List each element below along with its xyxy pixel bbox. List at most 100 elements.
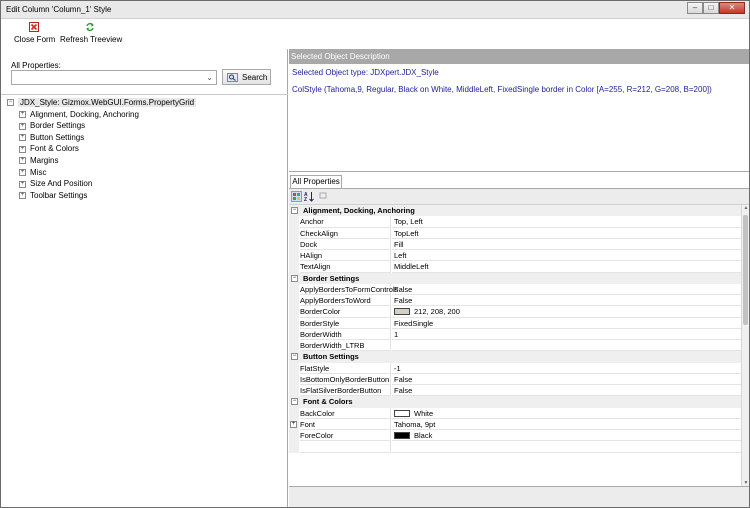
properties-combo[interactable]: ⌄ (11, 70, 217, 85)
property-name: BorderWidth (300, 328, 391, 340)
category-row-alignment[interactable]: − Alignment, Docking, Anchoring (289, 205, 741, 217)
scroll-up-icon[interactable]: ▲ (742, 205, 750, 211)
row-gutter (289, 295, 299, 307)
collapse-icon[interactable]: − (291, 207, 298, 214)
property-row[interactable]: BackColor White (289, 407, 741, 419)
all-properties-label: All Properties: (11, 61, 61, 70)
property-row[interactable]: BorderStyle FixedSingle (289, 317, 741, 329)
property-value[interactable]: -1 (392, 363, 741, 374)
category-row-font-colors[interactable]: − Font & Colors (289, 396, 741, 408)
close-window-button[interactable]: ✕ (719, 2, 745, 14)
expand-icon[interactable]: + (19, 168, 26, 176)
property-value[interactable]: False (392, 284, 741, 295)
category-name: Alignment, Docking, Anchoring (303, 206, 415, 215)
minimize-button[interactable]: – (687, 2, 703, 14)
edit-column-style-window: Edit Column 'Column_1' Style – □ ✕ Close… (0, 0, 750, 508)
property-value-with-swatch[interactable]: Black (392, 430, 741, 442)
tree-node-label: Misc (30, 167, 47, 177)
chevron-down-icon[interactable]: ⌄ (206, 73, 213, 82)
expand-icon[interactable]: + (19, 157, 26, 165)
row-gutter (289, 340, 299, 352)
property-row[interactable]: IsFlatSilverBorderButton False (289, 385, 741, 397)
main-toolbar: Close Form Refresh Treeview (1, 20, 749, 49)
tab-all-properties[interactable]: All Properties (290, 175, 342, 189)
tree-node-font-colors[interactable]: + Font & Colors (7, 143, 196, 155)
property-value[interactable]: False (392, 385, 741, 397)
description-body: Selected Object type: JDXpert.JDX_Style … (292, 68, 712, 94)
property-row[interactable]: Anchor Top, Left (289, 216, 741, 228)
expand-icon[interactable]: + (19, 134, 26, 142)
maximize-button[interactable]: □ (703, 2, 719, 14)
expand-icon[interactable]: + (19, 180, 26, 188)
expand-icon[interactable]: + (19, 110, 26, 118)
expand-icon[interactable]: + (19, 122, 26, 130)
property-row[interactable]: + Font Tahoma, 9pt (289, 418, 741, 430)
tree-node-misc[interactable]: + Misc (7, 167, 196, 179)
tree-node-label: Size And Position (30, 179, 93, 189)
property-name: ForeColor (300, 430, 391, 442)
property-name: ApplyBordersToWord (300, 295, 391, 307)
property-row[interactable]: CheckAlign TopLeft (289, 227, 741, 239)
object-style-text: ColStyle (Tahoma,9, Regular, Black on Wh… (292, 85, 712, 94)
property-row[interactable]: ApplyBordersToWord False (289, 295, 741, 307)
property-value-with-swatch[interactable]: 212, 208, 200 (392, 306, 741, 318)
property-row[interactable]: TextAlign MiddleLeft (289, 261, 741, 273)
row-gutter (289, 373, 299, 385)
expand-icon[interactable]: + (290, 420, 297, 428)
row-gutter (289, 238, 299, 250)
search-icon (227, 73, 238, 82)
scrollbar-thumb[interactable] (743, 215, 748, 325)
property-value[interactable]: Tahoma, 9pt (392, 419, 741, 430)
object-type-text: Selected Object type: JDXpert.JDX_Style (292, 68, 439, 77)
categorized-view-icon[interactable] (291, 191, 302, 202)
property-value[interactable]: 1 (392, 329, 741, 340)
collapse-icon[interactable]: − (291, 274, 298, 282)
tree-node-border-settings[interactable]: + Border Settings (7, 120, 196, 132)
property-row[interactable]: FlatStyle -1 (289, 362, 741, 374)
property-value[interactable]: False (392, 295, 741, 307)
alphabetical-sort-icon[interactable]: AZ (304, 191, 315, 203)
property-value[interactable]: Top, Left (392, 216, 741, 228)
refresh-treeview-button[interactable]: Refresh Treeview (60, 22, 122, 48)
tree-node-toolbar-settings[interactable]: + Toolbar Settings (7, 190, 196, 202)
property-grid-scrollbar[interactable]: ▲ ▼ (741, 205, 749, 486)
property-value-with-swatch[interactable]: White (392, 408, 741, 419)
tree-node-button-settings[interactable]: + Button Settings (7, 132, 196, 144)
property-row[interactable]: BorderColor 212, 208, 200 (289, 306, 741, 318)
search-button[interactable]: Search (222, 69, 271, 85)
tree-node-alignment[interactable]: + Alignment, Docking, Anchoring (7, 109, 196, 121)
property-row[interactable]: BorderWidth 1 (289, 328, 741, 340)
expand-icon[interactable]: + (19, 145, 26, 153)
close-form-button[interactable]: Close Form (14, 22, 55, 48)
property-value[interactable] (392, 441, 741, 453)
property-value[interactable]: MiddleLeft (392, 261, 741, 273)
property-value[interactable]: TopLeft (392, 228, 741, 239)
expand-icon[interactable]: + (19, 192, 26, 200)
row-gutter (289, 362, 299, 374)
property-row-partial[interactable] (289, 441, 741, 453)
tree-root-node[interactable]: − JDX_Style: Gizmox.WebGUI.Forms.Property… (7, 97, 197, 109)
row-gutter (289, 227, 299, 239)
category-row-border-settings[interactable]: − Border Settings (289, 272, 741, 284)
tree-node-size-position[interactable]: + Size And Position (7, 178, 196, 190)
tree-node-margins[interactable]: + Margins (7, 155, 196, 167)
property-row[interactable]: IsBottomOnlyBorderButton False (289, 373, 741, 385)
property-value[interactable]: FixedSingle (392, 318, 741, 329)
property-pages-icon[interactable] (318, 191, 329, 202)
collapse-icon[interactable]: − (291, 398, 298, 406)
category-row-button-settings[interactable]: − Button Settings (289, 351, 741, 363)
property-row[interactable]: ApplyBordersToFormControls False (289, 283, 741, 295)
tree-node-label: Border Settings (30, 121, 86, 131)
property-row[interactable]: ForeColor Black (289, 430, 741, 442)
collapse-icon[interactable]: − (7, 99, 14, 107)
properties-tree: − JDX_Style: Gizmox.WebGUI.Forms.Property… (7, 97, 197, 202)
property-row[interactable]: BorderWidth_LTRB (289, 340, 741, 352)
property-value[interactable]: Fill (392, 239, 741, 250)
property-row[interactable]: HAlign Left (289, 250, 741, 262)
collapse-icon[interactable]: − (291, 353, 298, 361)
property-value[interactable]: False (392, 374, 741, 385)
property-value[interactable] (392, 340, 741, 352)
properties-tree-pane: All Properties: ⌄ Search − JDX_Style: Giz… (1, 49, 288, 507)
property-value[interactable]: Left (392, 250, 741, 262)
property-row[interactable]: Dock Fill (289, 238, 741, 250)
